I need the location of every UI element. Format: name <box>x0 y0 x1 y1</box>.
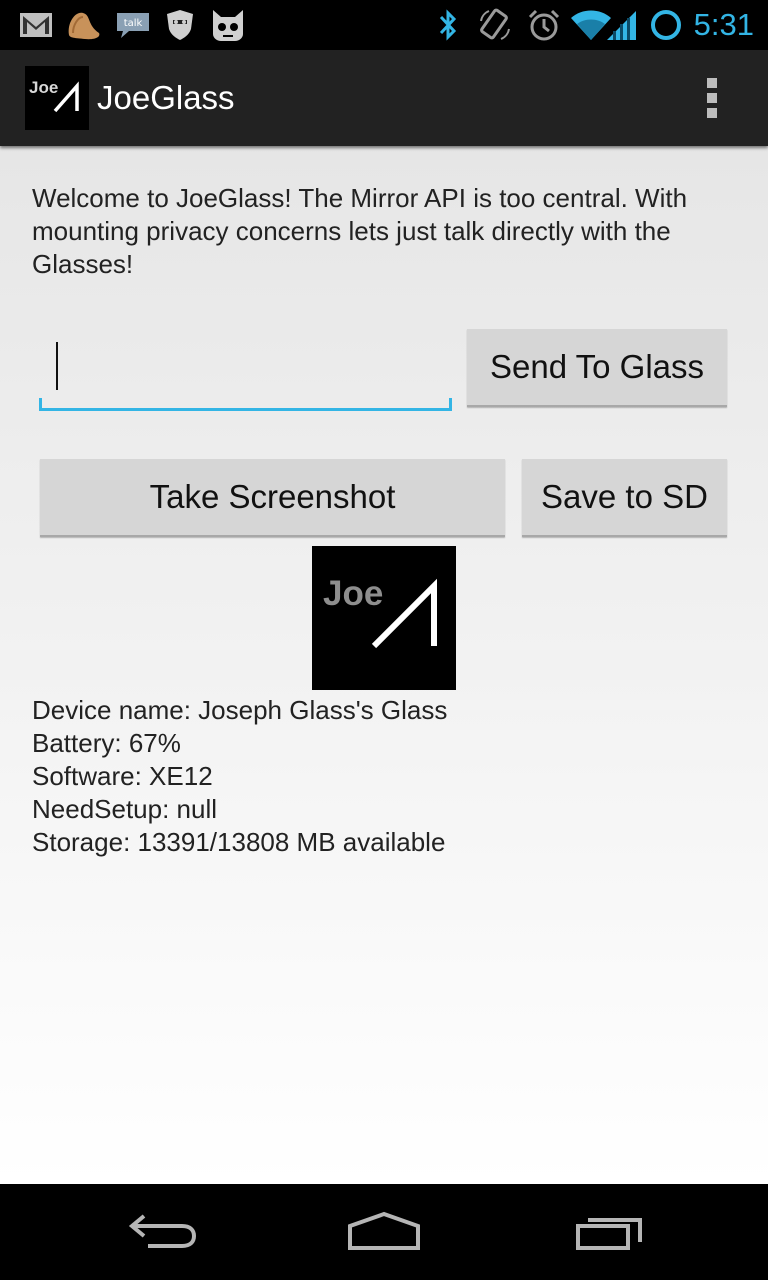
back-icon[interactable] <box>112 1202 208 1262</box>
glass-screenshot-image: Joe <box>312 546 456 690</box>
signal-icon <box>604 7 638 43</box>
storage-text: Storage: 13391/13808 MB available <box>32 827 446 857</box>
overflow-menu-icon[interactable] <box>696 76 728 120</box>
alarm-icon <box>526 7 562 43</box>
need-setup-text: NeedSetup: null <box>32 794 218 824</box>
app-title: JoeGlass <box>97 79 235 116</box>
app-logo[interactable]: Joe <box>25 66 89 130</box>
text-cursor <box>56 342 58 390</box>
battery-text: Battery: 67% <box>32 728 181 758</box>
status-bar: talk 5:31 <box>0 0 768 50</box>
device-info: Device name: Joseph Glass's Glass Batter… <box>32 694 447 859</box>
app-logo-text: Joe <box>29 78 58 97</box>
recents-icon[interactable] <box>562 1202 658 1262</box>
status-clock: 5:31 <box>693 7 754 42</box>
talk-icon: talk <box>114 7 152 43</box>
save-to-sd-button[interactable]: Save to SD <box>522 459 727 537</box>
cyanogen-icon <box>208 7 248 43</box>
food-icon <box>64 7 104 43</box>
main-content: Welcome to JoeGlass! The Mirror API is t… <box>0 146 768 1184</box>
sync-circle-icon <box>648 7 684 43</box>
svg-text:talk: talk <box>124 18 143 29</box>
screen-rotate-icon <box>476 7 514 43</box>
software-text: Software: XE12 <box>32 761 213 791</box>
navigation-bar <box>0 1184 768 1280</box>
home-icon[interactable] <box>336 1202 432 1262</box>
send-to-glass-button[interactable]: Send To Glass <box>467 329 727 407</box>
bluetooth-icon <box>434 7 462 43</box>
device-name-text: Device name: Joseph Glass's Glass <box>32 695 448 725</box>
message-input[interactable] <box>39 330 452 411</box>
shield-icon <box>164 7 196 43</box>
glass-logo-text: Joe <box>323 574 383 613</box>
welcome-text: Welcome to JoeGlass! The Mirror API is t… <box>32 183 688 279</box>
action-bar: Joe JoeGlass <box>0 50 768 146</box>
gmail-icon <box>18 7 54 43</box>
take-screenshot-button[interactable]: Take Screenshot <box>40 459 505 537</box>
